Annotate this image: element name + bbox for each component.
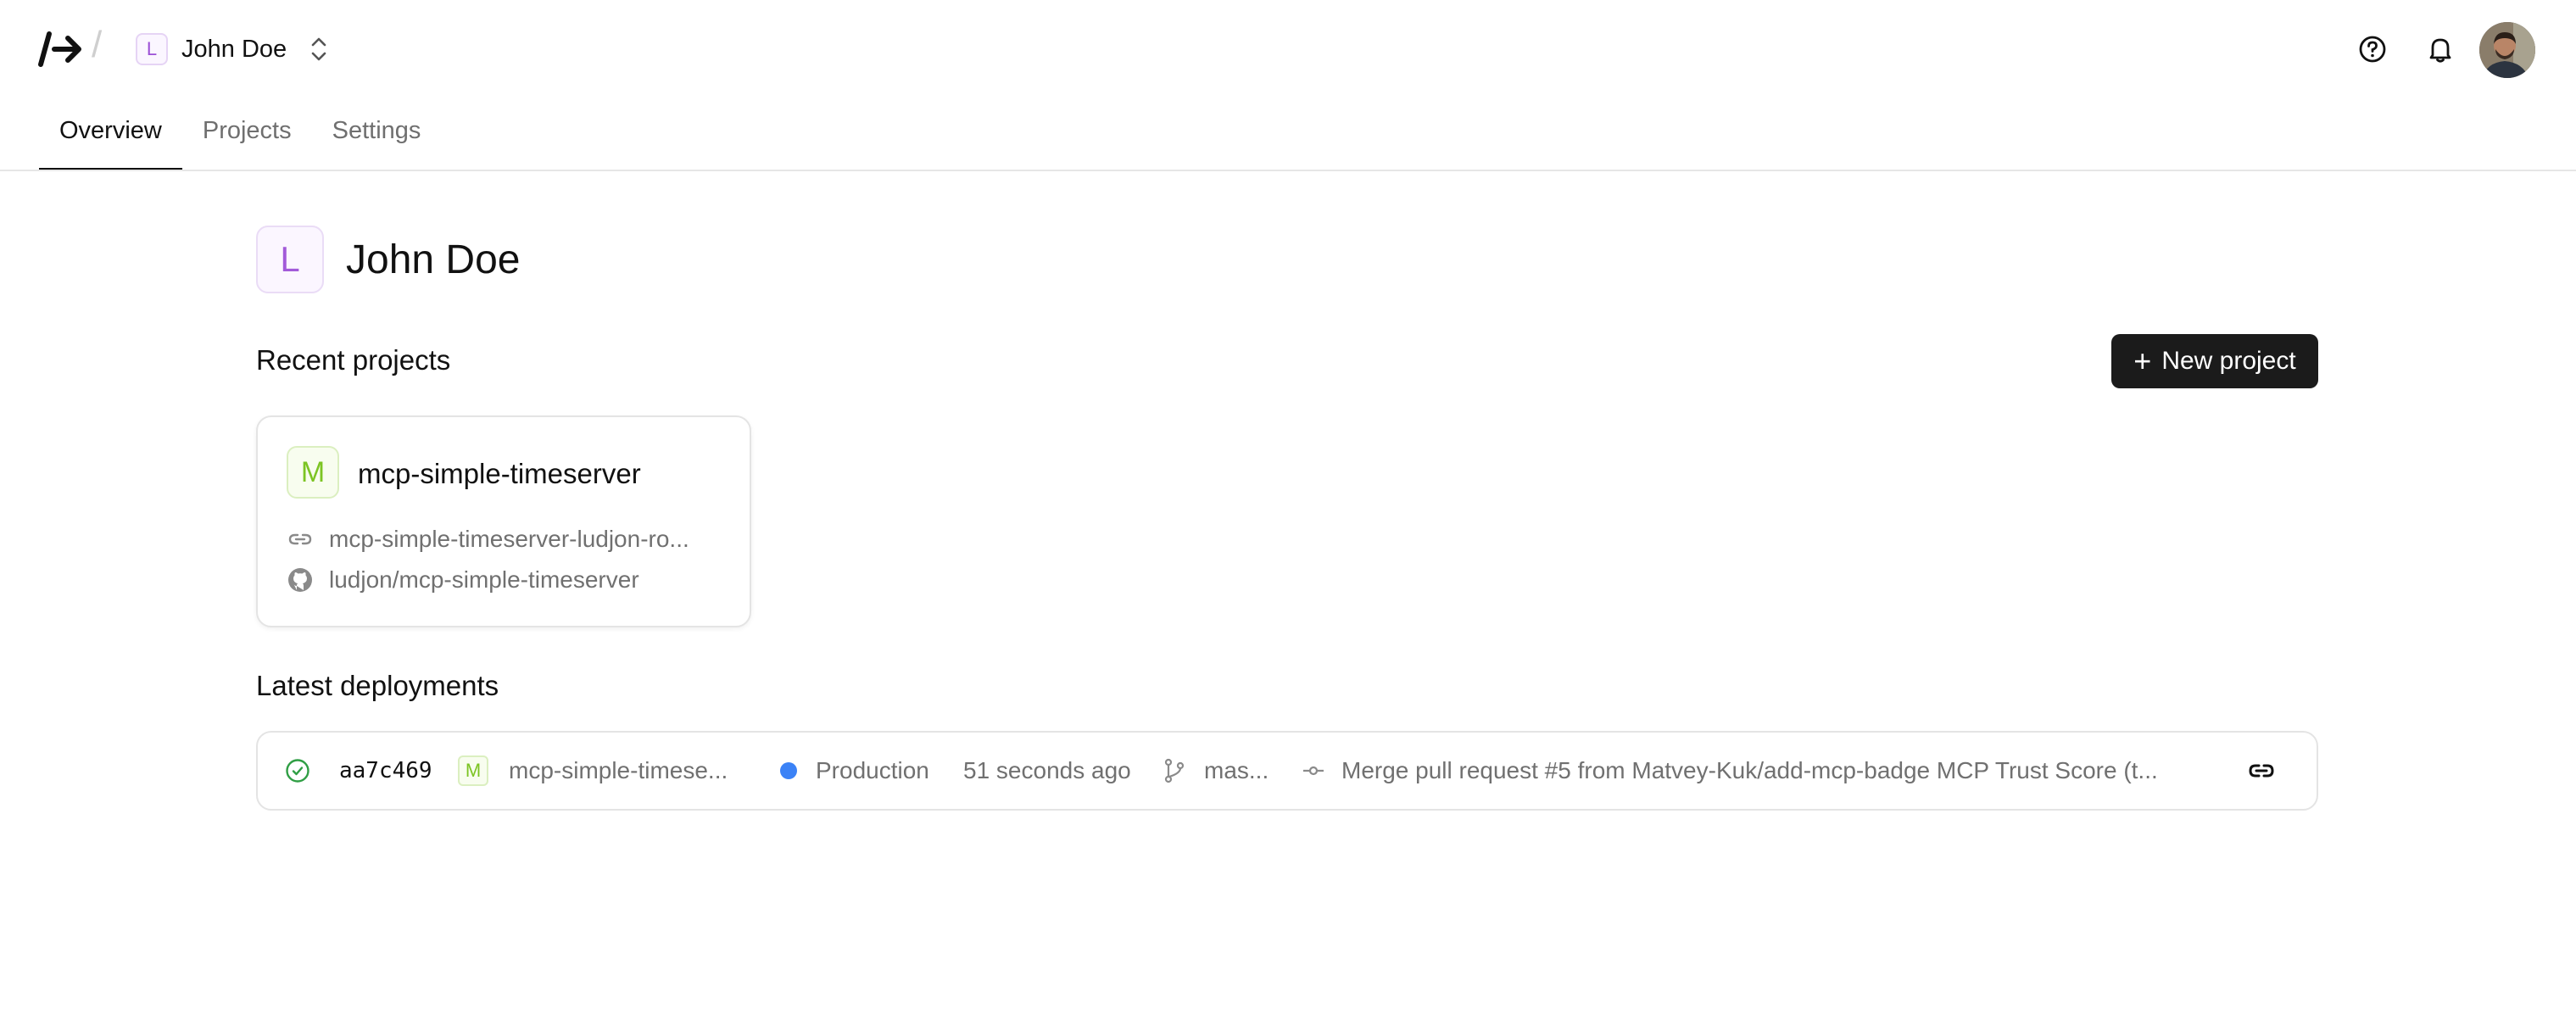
recent-projects-heading: Recent projects — [256, 344, 451, 376]
project-card[interactable]: M mcp-simple-timeserver mcp-simple-times… — [256, 415, 751, 627]
latest-deployments-heading: Latest deployments — [256, 670, 499, 701]
git-branch-icon — [1162, 733, 1187, 809]
tabs-divider — [0, 170, 2576, 171]
chevron-updown-icon[interactable] — [309, 35, 329, 64]
deployment-environment: Production — [816, 757, 929, 783]
team-name: John Doe — [181, 35, 287, 63]
deployment-project-avatar-wrap: M — [458, 733, 488, 809]
tab-settings[interactable]: Settings — [312, 114, 442, 171]
plus-icon: + — [2133, 343, 2152, 378]
tab-overview[interactable]: Overview — [39, 114, 182, 171]
team-avatar: L — [136, 33, 168, 65]
team-switcher[interactable]: L John Doe — [136, 32, 329, 66]
help-icon[interactable] — [2354, 31, 2391, 68]
team-avatar-large: L — [256, 226, 324, 293]
tab-projects[interactable]: Projects — [182, 114, 312, 171]
project-name[interactable]: mcp-simple-timeserver — [358, 458, 641, 490]
team-header: L John Doe — [256, 226, 520, 293]
production-dot-icon — [780, 733, 797, 809]
github-icon — [287, 566, 314, 594]
new-project-label: New project — [2161, 347, 2296, 375]
project-repo-row[interactable]: ludjon/mcp-simple-timeserver — [287, 566, 639, 594]
deployment-project[interactable]: mcp-simple-timese... — [509, 733, 728, 809]
project-url: mcp-simple-timeserver-ludjon-ro... — [329, 526, 689, 552]
top-bar: / L John Doe — [0, 0, 2576, 100]
page-title: John Doe — [346, 237, 521, 282]
link-icon — [287, 526, 314, 553]
project-avatar: M — [287, 446, 339, 499]
main-tabs: Overview Projects Settings — [39, 114, 441, 171]
project-repo: ludjon/mcp-simple-timeserver — [329, 566, 639, 593]
bell-icon[interactable] — [2422, 31, 2459, 68]
deployment-link-icon[interactable] — [2247, 733, 2276, 809]
deployment-project-avatar: M — [458, 755, 488, 786]
new-project-button[interactable]: + New project — [2111, 334, 2318, 388]
git-commit-icon — [1301, 733, 1326, 809]
logo-icon[interactable] — [37, 29, 85, 70]
deployment-branch[interactable]: mas... — [1204, 733, 1268, 809]
deployment-hash[interactable]: aa7c469 — [339, 733, 432, 809]
breadcrumb-separator: / — [92, 24, 103, 65]
project-url-row[interactable]: mcp-simple-timeserver-ludjon-ro... — [287, 526, 689, 553]
user-avatar[interactable] — [2479, 22, 2535, 78]
deployment-time: 51 seconds ago — [963, 757, 1131, 783]
deployment-row[interactable]: aa7c469 M mcp-simple-timese... Productio… — [256, 731, 2318, 811]
deployment-commit-message[interactable]: Merge pull request #5 from Matvey-Kuk/ad… — [1341, 733, 2158, 809]
success-check-icon — [285, 733, 310, 809]
